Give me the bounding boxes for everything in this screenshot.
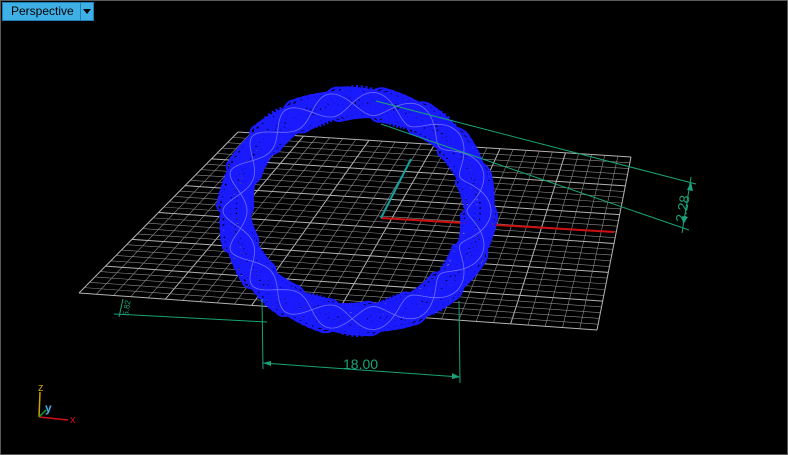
ring-wire-rib [351,85,355,114]
ring-wire-rib [359,308,363,337]
grid-line [562,155,606,328]
ring-wire-rib [351,308,355,337]
height-dimension-label: 2.28 [672,194,693,224]
axis-y-label: y [45,401,52,415]
axis-gizmo: x y z [38,382,76,426]
dimension-annotations: 18.00 2.28 5.82 [113,100,697,384]
grid-line [100,271,602,308]
viewport-title-tab[interactable]: Perspective [2,2,94,21]
grid-line [544,154,592,327]
viewport-title-label[interactable]: Perspective [3,3,80,20]
grid-line [579,156,619,329]
twisted-ring-object[interactable] [216,85,498,337]
construction-grid [78,131,632,331]
grid-line [105,265,603,302]
perspective-viewport[interactable]: 18.00 2.28 5.82 x y z Perspective [0,0,788,455]
world-y-axis-line [380,158,412,219]
small-dimension-label: 5.82 [121,299,133,316]
axis-z-label: z [38,382,44,394]
width-dimension-label: 18.00 [343,356,378,372]
ring-wire-rib [359,85,363,114]
axis-x-label: x [70,414,76,426]
grid-line [110,260,604,296]
dropdown-arrow-icon[interactable] [79,3,93,20]
viewport-scene[interactable]: 18.00 2.28 5.82 x y z [1,1,788,455]
grid-line [596,156,632,331]
